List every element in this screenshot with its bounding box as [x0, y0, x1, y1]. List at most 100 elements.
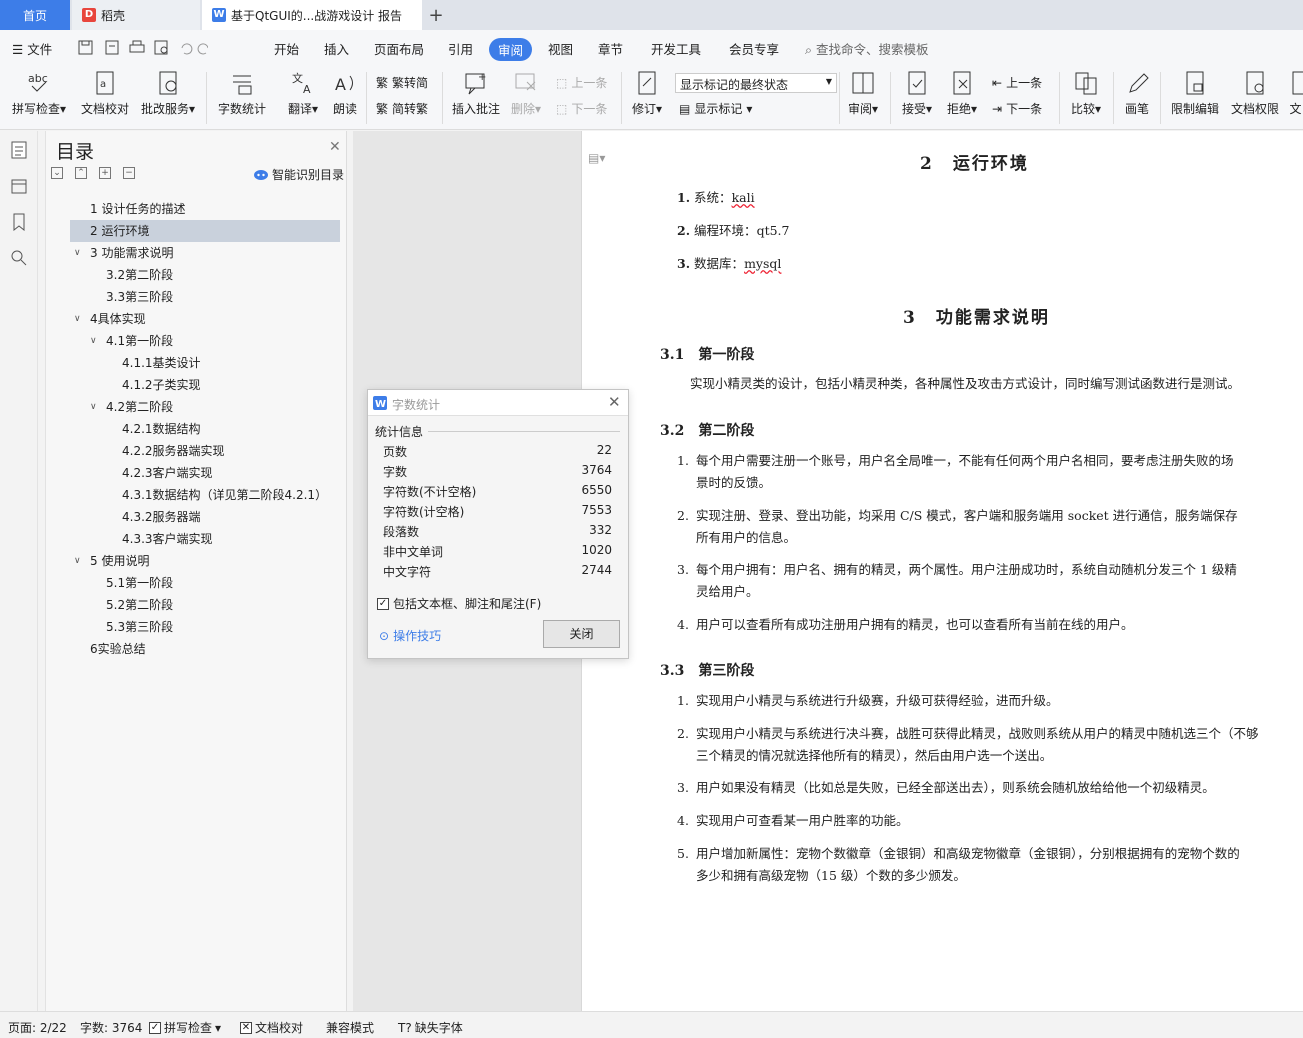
toc-item[interactable]: 5.3第三阶段	[86, 616, 340, 638]
tab-home[interactable]: 首页	[0, 0, 70, 30]
doc-proof-status[interactable]: ✕ 文档校对	[240, 1019, 303, 1036]
toc-item[interactable]: 5.1第一阶段	[86, 572, 340, 594]
toc-close-button[interactable]: ✕	[329, 139, 341, 155]
toc-item[interactable]: 4.2.3客户端实现	[102, 462, 340, 484]
tips-link[interactable]: ⊙ 操作技巧	[379, 627, 441, 644]
stat-row: 非中文单词 1020	[383, 543, 612, 563]
toc-item[interactable]: 4.3.1数据结构（详见第二阶段4.2.1）	[102, 484, 340, 506]
trad-to-simp-button[interactable]: 繁繁转简	[376, 74, 428, 91]
toc-item[interactable]: 4.1.2子类实现	[102, 374, 340, 396]
menu-view[interactable]: 视图	[548, 39, 573, 58]
list-text: 用户增加新属性：宠物个数徽章（金银铜）和高级宠物徽章（金银铜），分别根据拥有的宠…	[696, 846, 1240, 861]
revise-button[interactable]: 修订▾	[628, 70, 666, 117]
menu-dev-tools[interactable]: 开发工具	[651, 39, 701, 58]
read-aloud-button[interactable]: A 朗读	[328, 70, 362, 117]
insert-comment-button[interactable]: + 插入批注	[450, 70, 502, 117]
dialog-titlebar[interactable]: W 字数统计 ✕	[368, 390, 628, 416]
bookmark-icon[interactable]	[10, 213, 28, 231]
toc-item[interactable]: ∨ 5 使用说明	[70, 550, 340, 572]
collapse-all-icon[interactable]: ⌄	[51, 167, 63, 179]
toc-item-label: 6实验总结	[90, 642, 146, 656]
toc-item[interactable]: 3.2第二阶段	[86, 264, 340, 286]
navigation-icon[interactable]	[10, 177, 28, 195]
list-number: 5.	[677, 846, 689, 861]
toc-item[interactable]: ∨ 4.1第一阶段	[86, 330, 340, 352]
menu-insert[interactable]: 插入	[324, 39, 349, 58]
show-markup-button[interactable]: ▤ 显示标记 ▾	[679, 100, 752, 117]
toc-item[interactable]: 5.2第二阶段	[86, 594, 340, 616]
word-count-button[interactable]: 字数统计	[214, 70, 270, 117]
toc-item[interactable]: 4.3.3客户端实现	[102, 528, 340, 550]
toc-item[interactable]: ∨ 3 功能需求说明	[70, 242, 340, 264]
pen-button[interactable]: 画笔	[1120, 70, 1154, 117]
doc-proof-button[interactable]: a 文档校对	[78, 70, 132, 117]
page-indicator[interactable]: 页面: 2/22	[8, 1019, 67, 1036]
toc-item[interactable]: 6实验总结	[70, 638, 340, 660]
next-change-button[interactable]: ⇥ 下一条	[992, 100, 1042, 117]
smart-toc-button[interactable]: 智能识别目录	[254, 166, 344, 183]
toc-icon[interactable]	[10, 141, 28, 159]
menu-review[interactable]: 审阅	[489, 38, 533, 61]
list-number: 4.	[677, 813, 689, 828]
missing-font-button[interactable]: T? 缺失字体	[398, 1019, 463, 1036]
doc-rights-button[interactable]: 文档权限	[1228, 70, 1282, 117]
file-menu[interactable]: ☰ 文件	[12, 39, 52, 58]
toc-item[interactable]: 4.2.1数据结构	[102, 418, 340, 440]
restrict-edit-button[interactable]: 限制编辑	[1168, 70, 1222, 117]
batch-service-button[interactable]: 批改服务▾	[138, 70, 198, 117]
menu-page-layout[interactable]: 页面布局	[374, 39, 424, 58]
prev-comment-button[interactable]: ⬚ 上一条	[556, 74, 607, 91]
next-comment-button[interactable]: ⬚ 下一条	[556, 100, 607, 117]
toc-item[interactable]: 4.1.1基类设计	[102, 352, 340, 374]
reject-button[interactable]: 拒绝▾	[942, 70, 982, 117]
list-text: 景时的反馈。	[696, 475, 772, 490]
remove-heading-icon[interactable]: −	[123, 167, 135, 179]
expand-all-icon[interactable]: ⌃	[75, 167, 87, 179]
prev-change-button[interactable]: ⇤ 上一条	[992, 74, 1042, 91]
simp-to-trad-button[interactable]: 繁简转繁	[376, 100, 428, 117]
spell-check-toggle[interactable]: ✓ 拼写检查 ▾	[149, 1019, 221, 1036]
page-options-icon[interactable]: ▤▾	[588, 151, 605, 165]
markup-state-select[interactable]: 显示标记的最终状态 ▼	[675, 73, 837, 93]
toc-item[interactable]: 4.3.2服务器端	[102, 506, 340, 528]
spell-check-button[interactable]: abc 拼写检查▾	[8, 70, 70, 117]
list-number: 2.	[677, 223, 691, 238]
menu-references[interactable]: 引用	[448, 39, 473, 58]
toc-item[interactable]: 3.3第三阶段	[86, 286, 340, 308]
close-button[interactable]: 关闭	[543, 620, 620, 648]
more-ribbon-button[interactable]: 文	[1288, 70, 1303, 117]
new-tab-button[interactable]: +	[424, 0, 448, 30]
menu-start[interactable]: 开始	[274, 39, 299, 58]
toc-item[interactable]: ∨ 4具体实现	[70, 308, 340, 330]
tab-document[interactable]: W 基于QtGUI的...战游戏设计 报告	[202, 0, 422, 30]
dialog-close-icon[interactable]: ✕	[608, 393, 621, 411]
search-icon[interactable]	[10, 249, 28, 267]
chevron-down-icon[interactable]: ∨	[74, 308, 81, 330]
toc-item[interactable]: 1 设计任务的描述	[70, 198, 340, 220]
delete-comment-label: 删除	[510, 102, 535, 116]
review-pane-button[interactable]: 审阅▾	[845, 70, 881, 117]
delete-comment-button[interactable]: 删除▾	[508, 70, 544, 117]
chevron-down-icon[interactable]: ∨	[74, 550, 81, 572]
tab-daoke[interactable]: D 稻壳	[72, 0, 200, 30]
include-textbox-checkbox[interactable]: ✓ 包括文本框、脚注和尾注(F)	[377, 595, 541, 612]
ribbon-separator	[1113, 72, 1114, 124]
list-number: 4.	[677, 617, 689, 632]
menu-member[interactable]: 会员专享	[729, 39, 779, 58]
toc-item-selected[interactable]: 2 运行环境	[70, 220, 340, 242]
toc-item[interactable]: 4.2.2服务器端实现	[102, 440, 340, 462]
toc-item[interactable]: ∨ 4.2第二阶段	[86, 396, 340, 418]
command-search[interactable]: ⌕ 查找命令、搜索模板	[805, 39, 929, 58]
chevron-down-icon[interactable]: ∨	[74, 242, 81, 264]
accept-button[interactable]: 接受▾	[898, 70, 936, 117]
add-heading-icon[interactable]: +	[99, 167, 111, 179]
checkbox-checked-icon[interactable]: ✓	[377, 597, 389, 610]
chevron-down-icon[interactable]: ∨	[90, 330, 97, 352]
document-page[interactable]: ▤▾ 2 运行环境 1. 系统：kali 2. 编程环境：qt5.7 3. 数据…	[581, 131, 1303, 1011]
word-count-indicator[interactable]: 字数: 3764	[80, 1019, 142, 1036]
quick-access-toolbar[interactable]	[78, 40, 208, 56]
chevron-down-icon[interactable]: ∨	[90, 396, 97, 418]
compare-button[interactable]: 比较▾	[1066, 70, 1106, 117]
translate-button[interactable]: 文A 翻译▾	[282, 70, 324, 117]
menu-chapter[interactable]: 章节	[598, 39, 623, 58]
